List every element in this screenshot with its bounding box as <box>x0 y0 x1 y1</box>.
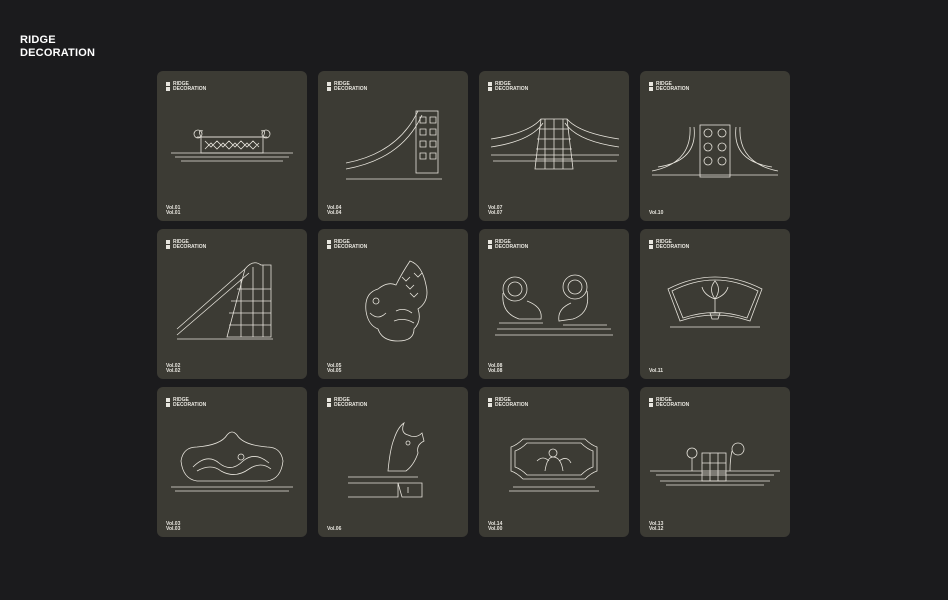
card-volume: Vol.04 Vol.04 <box>327 206 341 216</box>
design-card[interactable]: RIDGE DECORATION Vol.11 <box>640 229 790 379</box>
design-card[interactable]: RIDGE DECORATION Vol.13 Vol.12 <box>640 387 790 537</box>
card-volume: Vol.10 <box>649 211 663 216</box>
double-ridge-lattice-icon <box>490 118 620 170</box>
design-card[interactable]: RIDGE DECORATION Vol.02 Vol.02 <box>157 229 307 379</box>
design-card[interactable]: RIDGE DECORATION Vol.14 Vol.00 <box>479 387 629 537</box>
card-volume-line: Vol.01 <box>166 210 181 216</box>
card-volume-line: Vol.02 <box>166 368 181 374</box>
curved-ridge-lattice-icon <box>345 110 442 180</box>
twin-scroll-ornament-icon <box>495 274 613 336</box>
bird-head-ridge-end-icon <box>348 421 425 498</box>
card-volume: Vol.02 Vol.02 <box>166 364 180 374</box>
fish-dragon-ornament-icon <box>365 260 428 342</box>
dragon-relief-panel-icon <box>171 431 293 492</box>
ridge-circle-pattern-icon <box>651 124 779 178</box>
card-volume-line: Vol.00 <box>488 526 503 532</box>
card-volume-line: Vol.10 <box>649 210 664 216</box>
design-card[interactable]: RIDGE DECORATION Vol.10 <box>640 71 790 221</box>
fan-panel-lotus-icon <box>667 276 763 328</box>
design-card[interactable]: RIDGE DECORATION Vol.01 Vol.01 <box>157 71 307 221</box>
design-card[interactable]: RIDGE DECORATION Vol.08 Vol.08 <box>479 229 629 379</box>
page-title-line1: RIDGE <box>20 34 56 46</box>
card-volume-line: Vol.04 <box>327 210 342 216</box>
card-volume: Vol.13 Vol.12 <box>649 522 663 532</box>
ridge-lattice-scroll-icon <box>650 442 780 486</box>
design-card[interactable]: RIDGE DECORATION Vol.06 <box>318 387 468 537</box>
card-volume: Vol.05 Vol.05 <box>327 364 341 374</box>
design-card[interactable]: RIDGE DECORATION Vol.07 Vol.07 <box>479 71 629 221</box>
card-volume: Vol.03 Vol.03 <box>166 522 180 532</box>
page-title-line2: DECORATION <box>20 47 96 59</box>
card-volume: Vol.11 <box>649 369 663 374</box>
card-volume: Vol.01 Vol.01 <box>166 206 180 216</box>
card-volume-line: Vol.12 <box>649 526 664 532</box>
card-volume-line: Vol.11 <box>649 368 664 374</box>
card-volume-line: Vol.07 <box>488 210 503 216</box>
roof-ridge-lattice-icon <box>171 129 293 162</box>
card-volume-line: Vol.08 <box>488 368 503 374</box>
card-volume-line: Vol.03 <box>166 526 181 532</box>
card-grid: RIDGE DECORATION Vol.01 Vol.01 RIDGE DEC… <box>157 71 791 537</box>
sloped-ridge-lattice-icon <box>176 262 273 340</box>
figure-relief-panel-icon <box>509 438 599 492</box>
card-volume: Vol.08 Vol.08 <box>488 364 502 374</box>
design-card[interactable]: RIDGE DECORATION Vol.04 Vol.04 <box>318 71 468 221</box>
card-volume: Vol.06 <box>327 527 341 532</box>
card-volume: Vol.07 Vol.07 <box>488 206 502 216</box>
card-volume: Vol.14 Vol.00 <box>488 522 502 532</box>
card-volume-line: Vol.05 <box>327 368 342 374</box>
card-volume-line: Vol.06 <box>327 526 342 532</box>
design-card[interactable]: RIDGE DECORATION Vol.03 Vol.03 <box>157 387 307 537</box>
page-title: RIDGE DECORATION <box>20 34 95 60</box>
design-card[interactable]: RIDGE DECORATION Vol.05 Vol.05 <box>318 229 468 379</box>
